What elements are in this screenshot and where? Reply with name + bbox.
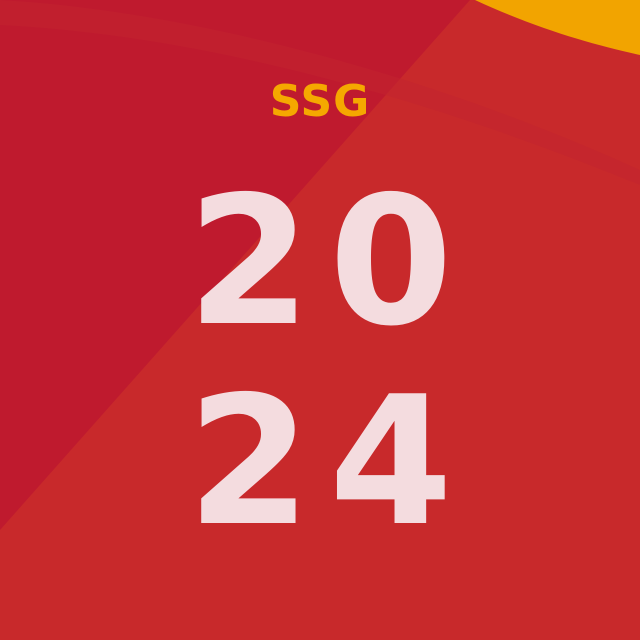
year-first-half: 20	[187, 158, 471, 365]
brand-logo-text: SSG	[269, 76, 371, 127]
poster: SSG 20 24	[0, 0, 640, 640]
year-second-half: 24	[187, 358, 471, 565]
